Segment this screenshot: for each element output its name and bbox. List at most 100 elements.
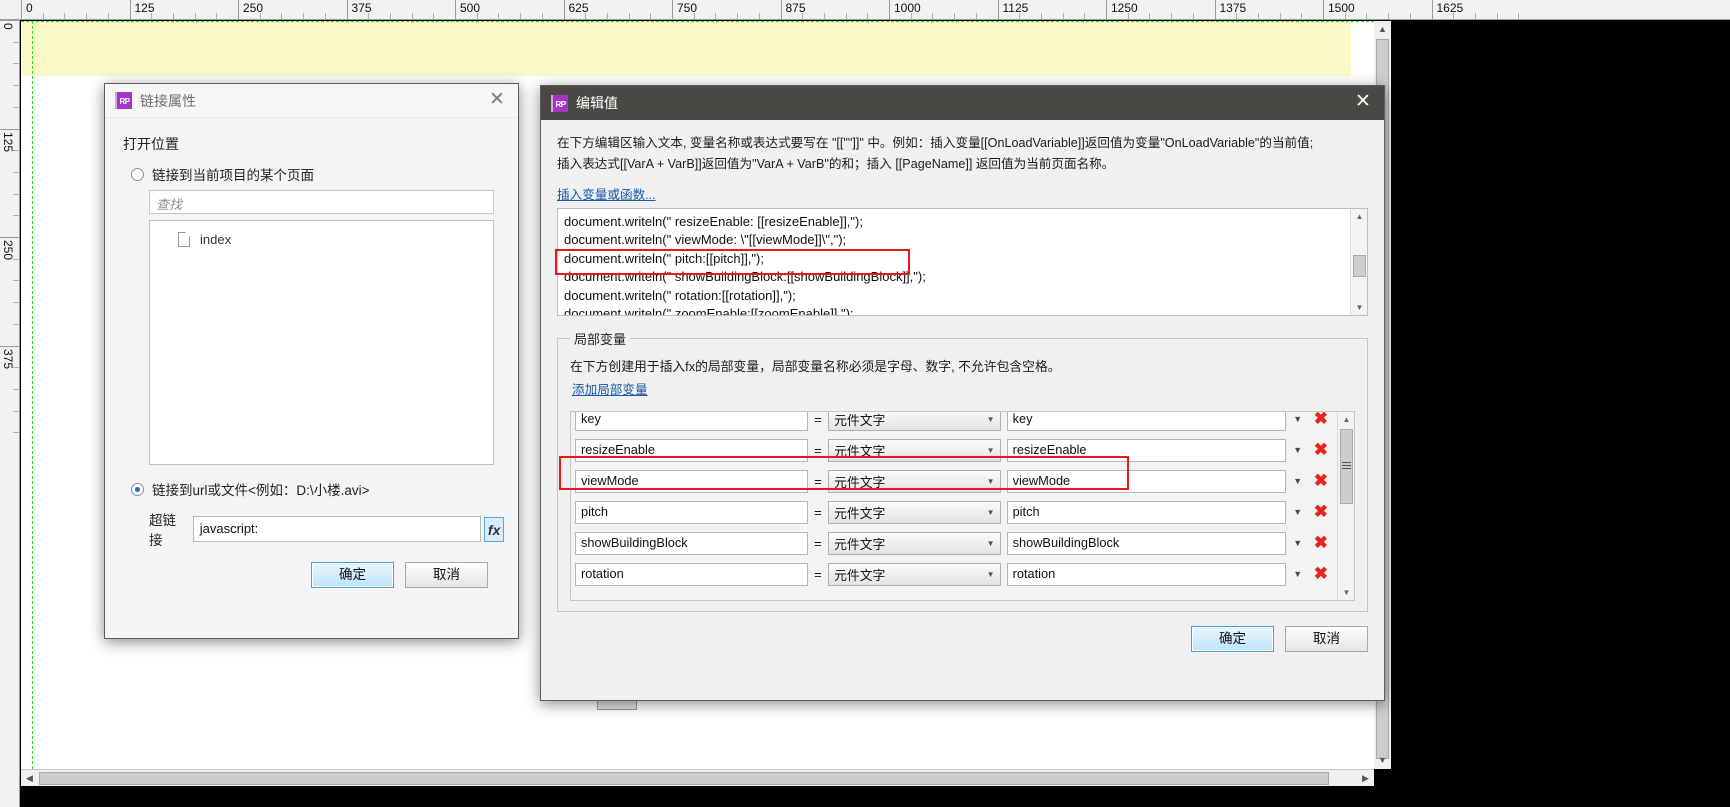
scroll-right-icon[interactable]: ▶ (1357, 770, 1374, 787)
ruler-minor-tick (758, 13, 760, 19)
row-dropdown-icon[interactable]: ▼ (1286, 538, 1310, 548)
ok-button[interactable]: 确定 (311, 562, 394, 588)
table-row[interactable]: rotation = 元件文字 ▼ rotation ▼ ✖ (571, 559, 1336, 590)
ruler-minor-tick (650, 13, 652, 19)
ruler-minor-tick (1019, 13, 1021, 19)
ruler-label: 1375 (1219, 1, 1247, 15)
page-list[interactable]: index (149, 220, 494, 465)
row-dropdown-icon[interactable]: ▼ (1286, 445, 1310, 455)
variable-type-select[interactable]: 元件文字 ▼ (828, 469, 1001, 493)
ruler-minor-tick (845, 13, 847, 19)
close-icon[interactable]: ✕ (484, 88, 510, 114)
canvas-horizontal-scrollbar[interactable]: ◀ ▶ (21, 769, 1374, 786)
ruler-minor-tick (151, 13, 153, 19)
variable-name-input[interactable]: resizeEnable (575, 438, 808, 462)
variable-type-select[interactable]: 元件文字 ▼ (828, 562, 1001, 586)
table-row[interactable]: pitch = 元件文字 ▼ pitch ▼ ✖ (571, 497, 1336, 528)
add-local-variable-link[interactable]: 添加局部变量 (572, 379, 648, 398)
ok-button[interactable]: 确定 (1191, 625, 1274, 652)
table-row[interactable]: showBuildingBlock = 元件文字 ▼ showBuildingBlock… (571, 528, 1336, 559)
radio-link-to-page[interactable]: 链接到当前项目的某个页面 (131, 164, 504, 184)
hyperlink-input[interactable]: javascript: (192, 516, 482, 542)
variable-value-input[interactable]: resizeEnable (1006, 438, 1286, 462)
ruler-tick (346, 0, 348, 19)
delete-row-icon[interactable]: ✖ (1310, 472, 1332, 490)
hscroll-thumb[interactable] (39, 772, 1329, 785)
variable-type-select[interactable]: 元件文字 ▼ (828, 500, 1001, 524)
ruler-minor-tick (1474, 13, 1476, 19)
scroll-down-icon[interactable]: ▼ (1338, 585, 1354, 600)
page-search-input[interactable]: 查找 (149, 190, 494, 214)
table-row[interactable]: viewMode = 元件文字 ▼ viewMode ▼ ✖ (571, 466, 1336, 497)
delete-row-icon[interactable]: ✖ (1310, 412, 1332, 429)
variable-value-input[interactable]: viewMode (1006, 469, 1286, 493)
ruler-tick (889, 0, 890, 19)
variable-name-input[interactable]: pitch (575, 500, 808, 524)
variable-name-input[interactable]: viewMode (575, 469, 808, 493)
delete-row-icon[interactable]: ✖ (1310, 534, 1332, 552)
code-scroll-thumb[interactable] (1353, 254, 1366, 277)
local-variables-group: 局部变量 在下方创建用于插入fx的局部变量，局部变量名称必须是字母、数字, 不允… (557, 328, 1368, 612)
hyperlink-label: 超链接 (149, 513, 176, 548)
chevron-down-icon: ▼ (986, 445, 995, 455)
variable-name-input[interactable]: rotation (575, 562, 808, 586)
delete-row-icon[interactable]: ✖ (1310, 503, 1332, 521)
list-item[interactable]: index (150, 229, 493, 250)
ruler-label: 250 (1, 240, 15, 261)
ruler-minor-tick (693, 13, 695, 19)
table-row[interactable]: resizeEnable = 元件文字 ▼ resizeEnable ▼ ✖ (571, 435, 1336, 466)
fx-button[interactable]: fx (484, 516, 504, 542)
row-dropdown-icon[interactable]: ▼ (1286, 507, 1310, 517)
radio-url-icon[interactable] (131, 482, 144, 496)
variable-value-input[interactable]: pitch (1006, 500, 1286, 524)
vertical-guide[interactable] (32, 21, 33, 769)
scroll-up-icon[interactable]: ▲ (1374, 21, 1391, 38)
scroll-down-icon[interactable]: ▼ (1351, 300, 1367, 315)
delete-row-icon[interactable]: ✖ (1310, 565, 1332, 583)
insert-variable-or-function-link[interactable]: 插入变量或函数... (557, 184, 656, 203)
variable-value-input[interactable]: showBuildingBlock (1006, 531, 1286, 555)
variable-value-input[interactable]: key (1006, 411, 1286, 431)
row-dropdown-icon[interactable]: ▼ (1286, 476, 1310, 486)
code-line: document.writeln(" pitch:[[pitch]],"); (564, 250, 764, 266)
ruler-minor-tick (281, 13, 283, 19)
variable-name-input[interactable]: key (575, 411, 808, 431)
variable-type-select[interactable]: 元件文字 ▼ (828, 438, 1001, 462)
scroll-up-icon[interactable]: ▲ (1338, 412, 1354, 427)
link-dialog-titlebar[interactable]: RP 链接属性 ✕ (105, 84, 518, 118)
radio-link-to-url[interactable]: 链接到url或文件<例如：D:\小楼.avi> (131, 479, 504, 499)
code-line: document.writeln(" rotation:[[rotation]]… (564, 287, 796, 303)
local-variables-legend: 局部变量 (574, 331, 627, 347)
variable-type-label: 元件文字 (834, 474, 886, 490)
row-dropdown-icon[interactable]: ▼ (1286, 569, 1310, 579)
table-row[interactable]: key = 元件文字 ▼ key ▼ ✖ (571, 411, 1336, 435)
radio-page-icon[interactable] (131, 167, 144, 181)
code-editor[interactable]: document.writeln(" resizeEnable: [[resiz… (557, 207, 1368, 316)
edit-dialog-titlebar[interactable]: RP 编辑值 ✕ (541, 86, 1384, 120)
variable-name-input[interactable]: showBuildingBlock (575, 531, 808, 555)
code-editor-text[interactable]: document.writeln(" resizeEnable: [[resiz… (558, 209, 1349, 315)
ruler-minor-tick (13, 432, 19, 434)
scroll-left-icon[interactable]: ◀ (21, 770, 38, 787)
ruler-label: 1125 (1002, 1, 1029, 15)
code-editor-scrollbar[interactable]: ▲ ▼ (1350, 208, 1367, 315)
horizontal-guide[interactable] (21, 21, 1374, 22)
cancel-button[interactable]: 取消 (1285, 625, 1368, 652)
open-location-heading: 打开位置 (123, 136, 179, 152)
delete-row-icon[interactable]: ✖ (1310, 441, 1332, 459)
ruler-minor-tick (1149, 13, 1151, 19)
variable-type-select[interactable]: 元件文字 ▼ (828, 531, 1001, 555)
local-variables-table[interactable]: key = 元件文字 ▼ key ▼ ✖ resizeEnable = 元件文字 ▼ resizeEn… (570, 410, 1355, 601)
cancel-button[interactable]: 取消 (405, 562, 488, 588)
edit-value-dialog: RP 编辑值 ✕ 在下方编辑区输入文本, 变量名称或表达式要写在 "[[""]]… (540, 85, 1385, 701)
scroll-up-icon[interactable]: ▲ (1351, 209, 1367, 224)
variable-type-select[interactable]: 元件文字 ▼ (828, 411, 1001, 431)
local-variables-scrollbar[interactable]: ▲ ▼ (1337, 411, 1354, 600)
ruler-minor-tick (1192, 13, 1194, 19)
ruler-label: 0 (26, 1, 33, 15)
variable-value-input[interactable]: rotation (1006, 562, 1286, 586)
ruler-minor-tick (1257, 13, 1259, 19)
scroll-down-icon[interactable]: ▼ (1374, 752, 1391, 769)
close-icon[interactable]: ✕ (1350, 90, 1376, 116)
row-dropdown-icon[interactable]: ▼ (1286, 414, 1310, 424)
